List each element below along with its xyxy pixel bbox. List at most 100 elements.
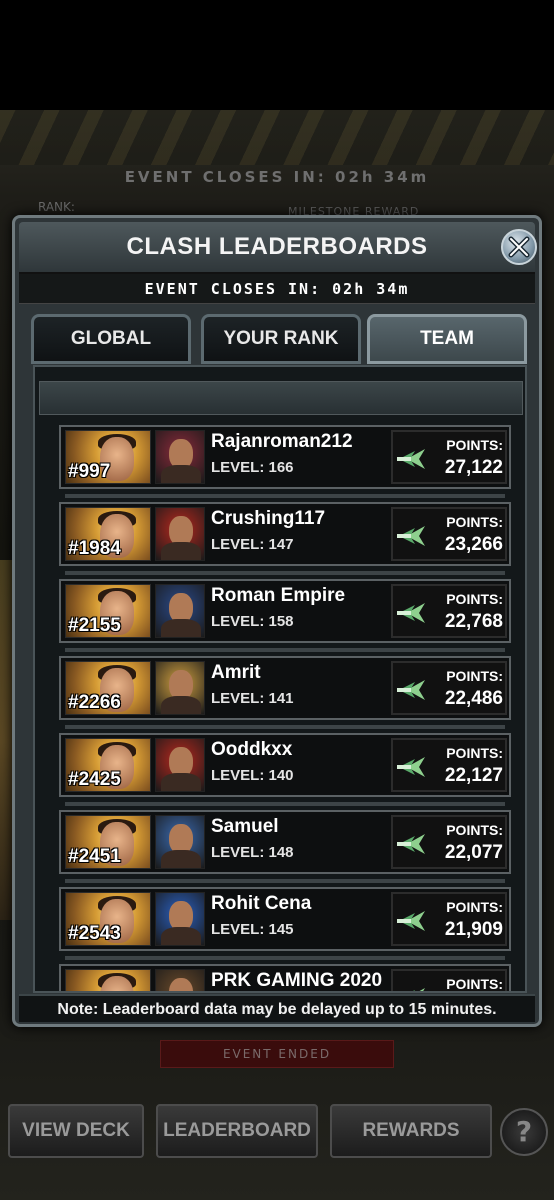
background-rank-label: RANK: xyxy=(38,200,75,214)
player-portrait: #2451 xyxy=(65,815,151,869)
player-name: Rajanroman212 xyxy=(211,431,353,452)
chevron-points-icon xyxy=(397,755,427,783)
player-portrait: #2266 xyxy=(65,661,151,715)
points-label: POINTS: xyxy=(446,668,503,684)
player-name: Crushing117 xyxy=(211,508,326,529)
player-rank: #2155 xyxy=(68,615,121,636)
player-name: Rohit Cena xyxy=(211,893,312,914)
avatar-body xyxy=(161,927,201,945)
points-value: 22,127 xyxy=(444,765,503,786)
row-divider xyxy=(65,648,505,652)
avatar-body xyxy=(161,542,201,560)
avatar-body xyxy=(161,465,201,483)
bottom-nav: VIEW DECK LEADERBOARD REWARDS xyxy=(0,1104,554,1160)
leaderboard-row[interactable]: #1984 Crushing117 LEVEL: 147 POINTS: 23,266 xyxy=(59,502,511,566)
leaderboard-content: #997 Rajanroman212 LEVEL: 166 POINTS: 27,122… xyxy=(33,365,527,993)
superstar-avatar xyxy=(155,738,205,792)
background-event-closes: EVENT CLOSES IN: 02h 34m xyxy=(124,168,430,186)
player-portrait: #2155 xyxy=(65,584,151,638)
player-name: Amrit xyxy=(211,662,261,683)
points-label: POINTS: xyxy=(446,745,503,761)
points-box: POINTS: 23,266 xyxy=(391,507,507,561)
leaderboard-row[interactable]: #2155 Roman Empire LEVEL: 158 POINTS: 22,768 xyxy=(59,579,511,643)
player-name: Roman Empire xyxy=(211,585,346,606)
row-divider xyxy=(65,802,505,806)
chevron-points-icon xyxy=(397,909,427,937)
player-rank: #997 xyxy=(68,461,111,482)
chevron-points-icon xyxy=(397,447,427,475)
avatar-body xyxy=(161,619,201,637)
points-box: POINTS: 22,077 xyxy=(391,815,507,869)
points-box: POINTS: 22,768 xyxy=(391,584,507,638)
player-level: LEVEL: 148 xyxy=(211,844,294,861)
player-rank: #2425 xyxy=(68,769,121,790)
event-closes-timer: EVENT CLOSES IN: 02h 34m xyxy=(144,280,410,298)
points-label: POINTS: xyxy=(446,822,503,838)
player-portrait: #997 xyxy=(65,430,151,484)
leaderboard-row[interactable]: PRK GAMING 2020 POINTS: xyxy=(59,964,511,991)
points-value: 21,909 xyxy=(444,919,503,940)
player-rank: #2266 xyxy=(68,692,121,713)
content-header-bar xyxy=(39,381,523,415)
points-box: POINTS: 27,122 xyxy=(391,430,507,484)
row-divider xyxy=(65,494,505,498)
modal-title: CLASH LEADERBOARDS xyxy=(126,233,428,260)
player-portrait: #2543 xyxy=(65,892,151,946)
question-mark-icon[interactable]: ? xyxy=(500,1108,548,1156)
avatar-body xyxy=(161,773,201,791)
player-rank: #2543 xyxy=(68,923,121,944)
leaderboard-list[interactable]: #997 Rajanroman212 LEVEL: 166 POINTS: 27,122… xyxy=(39,421,523,991)
note-bar: Note: Leaderboard data may be delayed up… xyxy=(19,994,535,1022)
leaderboard-row[interactable]: #2543 Rohit Cena LEVEL: 145 POINTS: 21,909 xyxy=(59,887,511,951)
chevron-points-icon xyxy=(397,986,427,991)
points-label: POINTS: xyxy=(446,437,503,453)
player-level: LEVEL: 147 xyxy=(211,536,294,553)
player-name: PRK GAMING 2020 xyxy=(211,970,383,991)
points-label: POINTS: xyxy=(446,899,503,915)
points-value: 27,122 xyxy=(444,457,503,478)
points-box: POINTS: xyxy=(391,969,507,991)
points-value: 22,077 xyxy=(444,842,503,863)
superstar-avatar xyxy=(155,584,205,638)
player-level: LEVEL: 145 xyxy=(211,921,294,938)
tab-team[interactable]: TEAM xyxy=(367,314,527,364)
rewards-button[interactable]: REWARDS xyxy=(330,1104,492,1158)
points-label: POINTS: xyxy=(446,591,503,607)
leaderboard-row[interactable]: #2266 Amrit LEVEL: 141 POINTS: 22,486 xyxy=(59,656,511,720)
close-x-icon[interactable] xyxy=(501,229,537,265)
player-portrait: #1984 xyxy=(65,507,151,561)
leaderboard-row[interactable]: #997 Rajanroman212 LEVEL: 166 POINTS: 27,122 xyxy=(59,425,511,489)
row-divider xyxy=(65,725,505,729)
chevron-points-icon xyxy=(397,601,427,629)
leaderboard-modal: CLASH LEADERBOARDS EVENT CLOSES IN: 02h … xyxy=(12,215,542,1027)
player-level: LEVEL: 166 xyxy=(211,459,294,476)
player-level: LEVEL: 158 xyxy=(211,613,294,630)
tab-global[interactable]: GLOBAL xyxy=(31,314,191,364)
superstar-avatar xyxy=(155,815,205,869)
chevron-points-icon xyxy=(397,832,427,860)
avatar-body xyxy=(161,696,201,714)
points-label: POINTS: xyxy=(446,514,503,530)
event-ended-badge: EVENT ENDED xyxy=(160,1040,394,1068)
superstar-avatar xyxy=(155,507,205,561)
tab-your-rank[interactable]: YOUR RANK xyxy=(201,314,361,364)
avatar-body xyxy=(161,850,201,868)
player-rank: #1984 xyxy=(68,538,121,559)
player-portrait xyxy=(65,969,151,991)
delay-note: Note: Leaderboard data may be delayed up… xyxy=(57,1001,497,1018)
points-value: 23,266 xyxy=(444,534,503,555)
player-name: Ooddkxx xyxy=(211,739,293,760)
player-level: LEVEL: 141 xyxy=(211,690,294,707)
points-box: POINTS: 22,486 xyxy=(391,661,507,715)
avatar-head xyxy=(169,978,193,991)
view-deck-button[interactable]: VIEW DECK xyxy=(8,1104,144,1158)
chevron-points-icon xyxy=(397,524,427,552)
leaderboard-button[interactable]: LEADERBOARD xyxy=(156,1104,318,1158)
row-divider xyxy=(65,571,505,575)
leaderboard-row[interactable]: #2451 Samuel LEVEL: 148 POINTS: 22,077 xyxy=(59,810,511,874)
superstar-avatar xyxy=(155,969,205,991)
leaderboard-row[interactable]: #2425 Ooddkxx LEVEL: 140 POINTS: 22,127 xyxy=(59,733,511,797)
superstar-avatar xyxy=(155,892,205,946)
points-box: POINTS: 21,909 xyxy=(391,892,507,946)
row-divider xyxy=(65,956,505,960)
